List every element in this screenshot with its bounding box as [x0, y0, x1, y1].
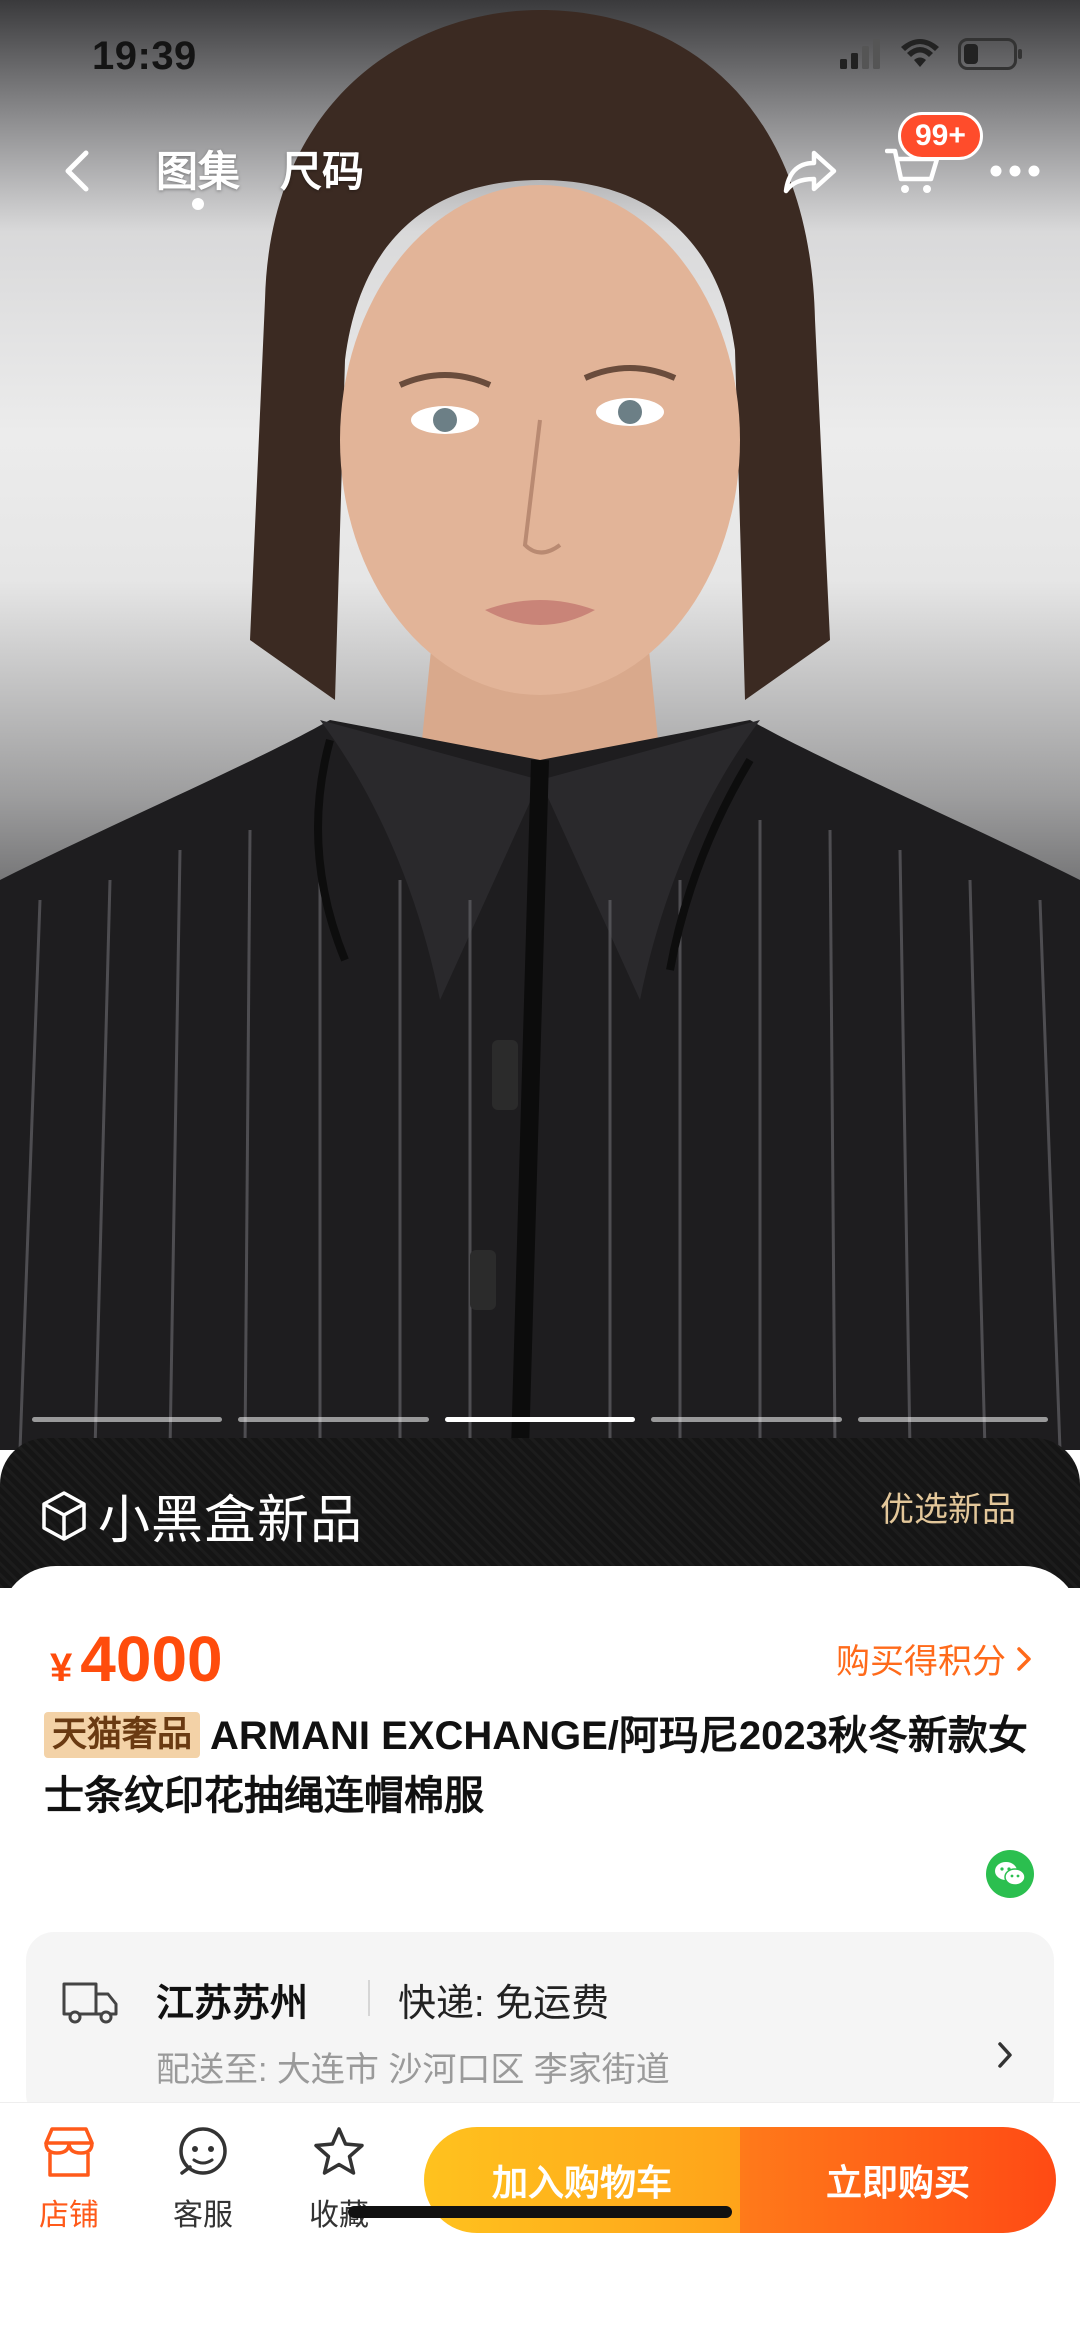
tab-size[interactable]: 尺码 [280, 138, 364, 199]
ship-origin: 江苏苏州 [156, 1983, 309, 2025]
home-indicator[interactable] [348, 2206, 732, 2218]
wifi-icon [900, 39, 940, 74]
share-icon [783, 150, 837, 194]
wechat-icon [995, 1862, 1026, 1886]
store-label: 店铺 [39, 2199, 99, 2232]
indicator-segment [651, 1417, 842, 1422]
ship-method: 快递: 免运费 [398, 1983, 610, 2025]
indicator-segment [238, 1417, 429, 1422]
price: ¥ 4000 [50, 1622, 223, 1696]
cellular-signal-icon [840, 39, 882, 74]
wechat-share-button[interactable] [986, 1850, 1034, 1898]
chevron-right-icon [1017, 1646, 1031, 1671]
indicator-segment-active [444, 1417, 636, 1422]
star-icon [314, 2127, 364, 2175]
bottom-action-bar: 店铺 客服 收藏 加入购物车 立即购买 [0, 2102, 1080, 2337]
delivery-truck-icon [60, 1978, 120, 2031]
gallery-indicator [32, 1417, 1049, 1422]
divider [368, 1980, 370, 2016]
status-time: 19:39 [92, 34, 197, 78]
currency-symbol: ¥ [50, 1646, 73, 1690]
more-button[interactable] [980, 136, 1050, 206]
points-link-label: 购买得积分 [836, 1643, 1006, 1681]
box-icon [42, 1490, 86, 1541]
customer-service-button[interactable]: 客服 [148, 2125, 258, 2234]
indicator-segment [857, 1417, 1049, 1422]
back-button[interactable] [42, 136, 112, 206]
points-link[interactable]: 购买得积分 [836, 1634, 1032, 1683]
store-icon [44, 2127, 94, 2177]
cart-count-badge: 99+ [898, 112, 983, 160]
chevron-left-icon [65, 150, 89, 192]
tab-gallery[interactable]: 图集 [156, 138, 240, 199]
share-button[interactable] [775, 136, 845, 206]
active-tab-dot [192, 198, 204, 210]
buy-now-button[interactable]: 立即购买 [740, 2127, 1056, 2233]
service-icon [179, 2127, 227, 2175]
product-info-card: ¥ 4000 购买得积分 天猫奢品 ARMANI EXCHANGE/阿玛尼2023… [0, 1566, 1080, 2126]
battery-icon [958, 38, 1024, 75]
promo-right-link[interactable]: 优选新品 [880, 1482, 1016, 1531]
chevron-right-icon [996, 2040, 1014, 2075]
store-button[interactable]: 店铺 [14, 2125, 124, 2234]
tmall-luxury-tag: 天猫奢品 [44, 1712, 201, 1758]
promo-logo: 小黑盒新品 [40, 1478, 363, 1553]
ship-destination: 配送至: 大连市 沙河口区 李家街道 [156, 2051, 670, 2089]
more-dots-icon [990, 165, 1040, 177]
product-title: 天猫奢品 ARMANI EXCHANGE/阿玛尼2023秋冬新款女士条纹印花抽绳连… [44, 1706, 1044, 1826]
indicator-segment [32, 1417, 223, 1422]
status-icons [840, 38, 1024, 75]
price-value: 4000 [80, 1623, 223, 1695]
service-label: 客服 [173, 2199, 233, 2232]
shipping-info[interactable]: 江苏苏州 快递: 免运费 配送至: 大连市 沙河口区 李家街道 [26, 1932, 1054, 2122]
promo-logo-text: 小黑盒新品 [98, 1492, 364, 1550]
